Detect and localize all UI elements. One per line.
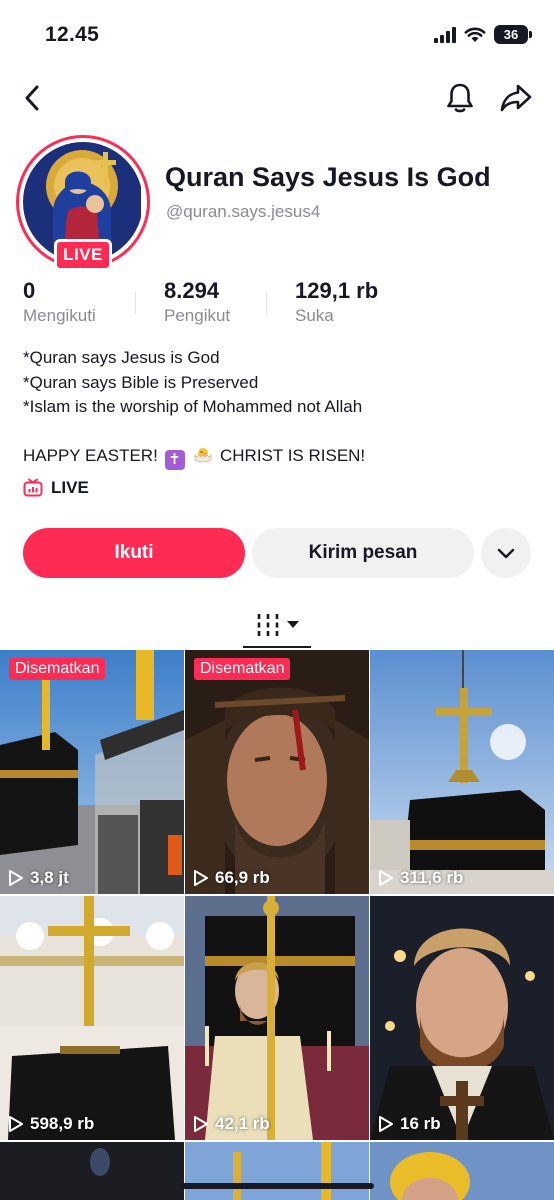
video-tile[interactable]: Disematkan 66,9 rb (185, 650, 369, 894)
play-icon (9, 1116, 23, 1132)
video-tile[interactable] (370, 1142, 554, 1200)
view-count: 66,9 rb (193, 868, 270, 888)
video-tile[interactable]: 598,9 rb (0, 896, 184, 1140)
video-tile[interactable] (185, 1142, 369, 1200)
video-thumbnail (185, 1142, 369, 1200)
home-indicator (180, 1183, 374, 1189)
stat-value: 0 (23, 278, 36, 303)
latin-cross-emoji-icon: ✝ (164, 449, 185, 470)
video-thumbnail (370, 650, 554, 894)
bio-easter-line: HAPPY EASTER! ✝ CHRIST IS RISEN! (23, 444, 365, 470)
view-count: 598,9 rb (8, 1114, 94, 1134)
chevron-down-icon (497, 548, 515, 559)
stat-value: 8.294 (164, 278, 220, 303)
stat-label: Pengikut (164, 306, 231, 325)
notification-button[interactable] (442, 80, 478, 116)
video-tile[interactable]: Disematkan 3,8 jt (0, 650, 184, 894)
profile-stats: 0 Mengikuti 8.294 Pengikut 129,1 rb Suka (0, 278, 554, 334)
caret-down-icon (287, 621, 299, 628)
stat-value: 129,1 rb (295, 278, 379, 303)
profile-username: @quran.says.jesus4 (166, 202, 321, 221)
video-grid-icon (257, 614, 279, 636)
share-arrow-icon (500, 84, 532, 112)
content-tab-bar (0, 600, 554, 648)
view-count: 16 rb (378, 1114, 441, 1134)
pinned-badge: Disematkan (194, 658, 291, 680)
view-count-value: 311,6 rb (400, 868, 464, 887)
video-tile[interactable]: 311,6 rb (370, 650, 554, 894)
stat-label: Mengikuti (23, 306, 96, 325)
bio-line: *Islam is the worship of Mohammed not Al… (23, 397, 363, 416)
view-count-value: 16 rb (400, 1114, 441, 1133)
battery-icon: 36 (494, 25, 532, 44)
stat-divider (266, 292, 267, 314)
stat-likes[interactable]: 129,1 rb Suka (295, 278, 378, 326)
chevron-left-icon (25, 85, 39, 111)
live-link-label: LIVE (51, 478, 89, 497)
view-count-value: 66,9 rb (215, 868, 270, 887)
video-thumbnail (0, 650, 184, 894)
profile-display-name: Quran Says Jesus Is God (165, 162, 491, 192)
signal-icon (434, 26, 456, 43)
live-tv-icon (23, 478, 43, 497)
status-icons: 36 (434, 25, 532, 44)
play-icon (194, 870, 208, 886)
play-icon (194, 1116, 208, 1132)
view-count: 42,1 rb (193, 1114, 270, 1134)
stat-divider (135, 292, 136, 314)
nav-bar (0, 76, 554, 120)
bio-easter-start: HAPPY EASTER! (23, 445, 158, 465)
video-tile[interactable]: 16 rb (370, 896, 554, 1140)
video-thumbnail (370, 896, 554, 1140)
back-button[interactable] (14, 80, 50, 116)
follow-button[interactable]: Ikuti (23, 528, 245, 578)
profile-bio: *Quran says Jesus is God *Quran says Bib… (23, 346, 365, 470)
stat-label: Suka (295, 306, 334, 325)
video-thumbnail (0, 896, 184, 1140)
video-thumbnail (370, 1142, 554, 1200)
status-bar: 12.45 36 (0, 0, 554, 70)
bio-line: *Quran says Bible is Preserved (23, 372, 259, 392)
bio-line: *Quran says Jesus is God (23, 348, 220, 367)
wifi-icon (464, 27, 486, 42)
video-thumbnail (0, 1142, 184, 1200)
video-thumbnail (185, 650, 369, 894)
view-count-value: 598,9 rb (30, 1114, 95, 1133)
video-thumbnail (185, 896, 369, 1140)
stat-followers[interactable]: 8.294 Pengikut (164, 278, 230, 326)
view-count-value: 3,8 jt (30, 868, 69, 887)
play-icon (9, 870, 23, 886)
pinned-badge: Disematkan (9, 658, 106, 680)
live-link[interactable]: LIVE (23, 478, 89, 498)
view-count: 3,8 jt (8, 868, 69, 888)
play-icon (379, 1116, 393, 1132)
bio-easter-end: CHRIST IS RISEN! (220, 445, 366, 465)
suggested-accounts-button[interactable] (481, 528, 531, 578)
view-count-value: 42,1 rb (215, 1114, 270, 1133)
video-tile[interactable] (0, 1142, 184, 1200)
play-icon (379, 870, 393, 886)
status-time: 12.45 (45, 23, 100, 46)
view-count: 311,6 rb (378, 868, 463, 888)
video-tile[interactable]: 42,1 rb (185, 896, 369, 1140)
bell-icon (447, 83, 473, 113)
stat-following[interactable]: 0 Mengikuti (23, 278, 96, 326)
avatar-container[interactable]: LIVE (16, 135, 150, 271)
share-button[interactable] (498, 80, 534, 116)
live-badge: LIVE (54, 239, 112, 271)
tab-videos[interactable] (243, 604, 311, 648)
send-message-button[interactable]: Kirim pesan (252, 528, 474, 578)
hatching-chick-emoji-icon (194, 447, 212, 462)
